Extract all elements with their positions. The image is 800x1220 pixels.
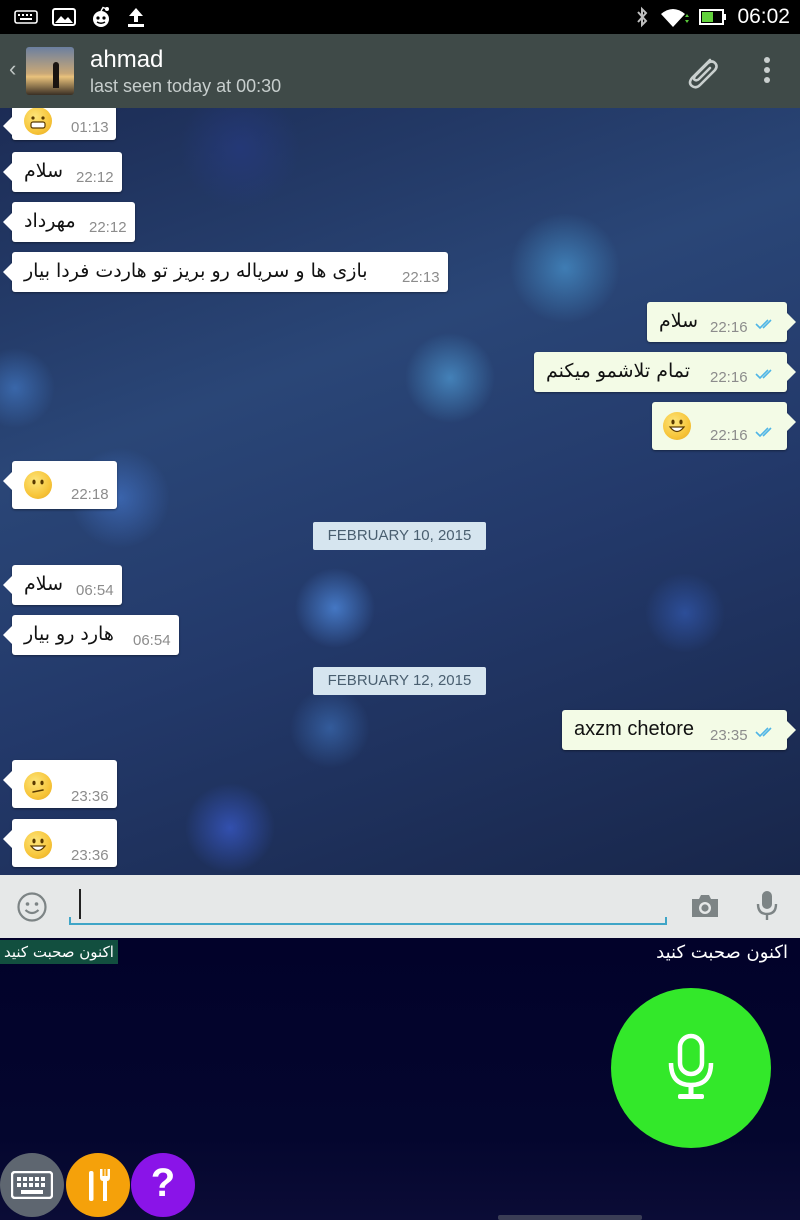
contact-name[interactable]: ahmad [90,46,163,74]
message-text: سلام [24,573,64,595]
compose-bar [0,875,800,938]
attach-icon[interactable] [682,52,722,92]
message-time: 23:36 [71,788,109,805]
message-incoming[interactable]: هارد رو بیار 06:54 [3,615,179,655]
read-receipt-icon [755,427,772,438]
image-icon [52,8,76,26]
message-time: 01:13 [71,119,109,136]
smiling-emoji-icon [24,831,52,859]
message-incoming[interactable]: بازی ها و سریاله رو بریز تو هاردت فردا ب… [3,252,448,292]
message-incoming[interactable]: سلام 22:12 [3,152,122,192]
back-icon[interactable]: ‹ [9,56,16,82]
message-time: 22:12 [89,219,127,236]
message-outgoing[interactable]: سلام 22:16 [647,302,796,342]
voice-status-label: اکنون صحبت کنید [0,940,118,964]
confused-face-emoji-icon [24,772,52,800]
date-separator: FEBRUARY 10, 2015 [313,522,486,550]
message-incoming[interactable]: 23:36 [3,760,117,808]
message-incoming[interactable]: 22:18 [3,461,117,509]
message-text: مهرداد [24,210,76,232]
keyboard-icon [11,1171,53,1199]
battery-icon [699,9,727,25]
message-input[interactable] [69,883,667,923]
help-button[interactable]: ? [131,1153,195,1217]
text-cursor [79,889,81,919]
smiling-emoji-icon [663,412,691,440]
message-text: هارد رو بیار [24,623,114,645]
message-time: 06:54 [133,632,171,649]
message-time: 22:16 [710,427,748,444]
tools-icon [89,1169,110,1201]
system-icons: 06:02 [635,4,790,30]
neutral-face-emoji-icon [24,471,52,499]
camera-icon[interactable] [689,893,721,919]
status-bar: 06:02 [0,0,800,34]
last-seen-status: last seen today at 00:30 [90,76,282,96]
message-time: 23:35 [710,727,748,744]
keyboard-icon [14,10,38,24]
voice-prompt-label: اکنون صحبت کنید [656,942,788,963]
chat-header: ‹ ahmad last seen today at 00:30 [0,34,800,108]
message-text: سلام [659,310,699,332]
message-text: axzm chetore [574,718,695,740]
message-time: 23:36 [71,847,109,864]
wifi-icon [661,9,690,27]
read-receipt-icon [755,369,772,380]
settings-button[interactable] [66,1153,130,1217]
message-outgoing[interactable]: 22:16 [652,402,796,450]
read-receipt-icon [755,319,772,330]
message-time: 06:54 [76,582,114,599]
read-receipt-icon [755,727,772,738]
message-outgoing[interactable]: تمام تلاشمو میکنم 22:16 [534,352,796,392]
keyboard-switch-button[interactable] [0,1153,64,1217]
message-time: 22:18 [71,486,109,503]
help-icon: ? [150,1161,176,1205]
voice-input-keyboard: اکنون صحبت کنید اکنون صحبت کنید ? [0,938,800,1220]
clock: 06:02 [737,5,790,28]
grinning-emoji-icon [24,108,52,135]
message-text: سلام [24,160,64,182]
message-time: 22:16 [710,369,748,386]
message-time: 22:13 [402,269,440,286]
message-text: بازی ها و سریاله رو بریز تو هاردت فردا ب… [24,260,368,282]
microphone-icon[interactable] [755,889,779,923]
message-outgoing[interactable]: axzm chetore 23:35 [562,710,796,750]
upload-icon [128,8,144,27]
message-incoming[interactable]: 01:13 [3,108,116,140]
message-time: 22:12 [76,169,114,186]
overflow-menu-icon[interactable] [757,56,777,86]
reddit-icon [93,6,109,27]
input-underline [69,917,667,925]
date-separator: FEBRUARY 12, 2015 [313,667,486,695]
bluetooth-icon [637,6,648,28]
emoji-icon[interactable] [16,891,48,923]
microphone-icon [668,1033,714,1099]
message-incoming[interactable]: مهرداد 22:12 [3,202,135,242]
avatar[interactable] [26,47,74,95]
notification-icons [14,4,146,30]
message-incoming[interactable]: سلام 06:54 [3,565,122,605]
message-time: 22:16 [710,319,748,336]
message-text: تمام تلاشمو میکنم [546,360,691,382]
nav-handle [498,1215,642,1220]
voice-mic-button[interactable] [611,988,771,1148]
message-list[interactable]: 01:13 سلام 22:12 مهرداد 22:12 بازی ها و … [0,108,800,875]
message-incoming[interactable]: 23:36 [3,819,117,867]
